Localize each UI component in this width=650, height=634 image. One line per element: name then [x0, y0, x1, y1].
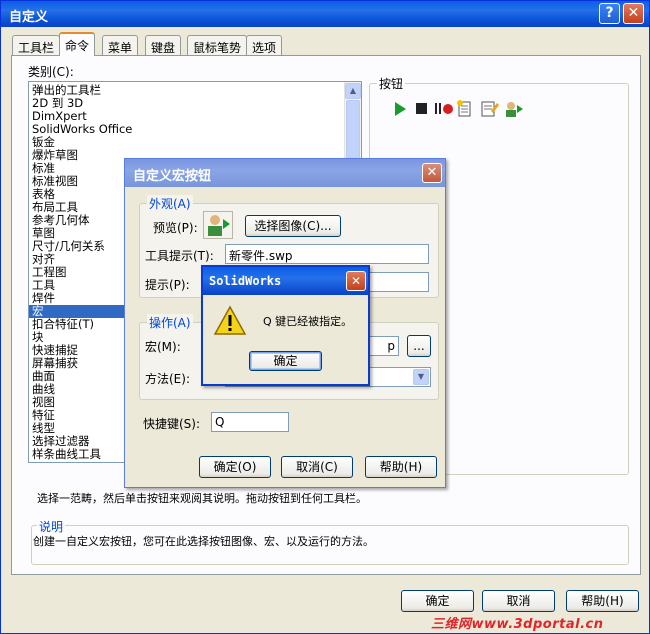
run-macro-icon[interactable]: [395, 102, 406, 116]
macro-cancel-button[interactable]: 取消(C): [281, 456, 353, 478]
shortcut-input[interactable]: Q: [211, 412, 289, 432]
tab-menus[interactable]: 菜单: [102, 35, 139, 55]
preview-label: 预览(P):: [153, 221, 198, 235]
browse-button[interactable]: ...: [407, 335, 431, 357]
cancel-button[interactable]: 取消: [482, 590, 555, 612]
macro-person-icon: [208, 215, 230, 236]
custom-macro-icon[interactable]: [506, 102, 523, 117]
solidworks-message-box: SolidWorks ✕ Q 键已经被指定。 确定: [201, 265, 370, 386]
appearance-label: 外观(A): [147, 195, 193, 212]
message-box-titlebar[interactable]: SolidWorks ✕: [203, 267, 368, 295]
list-item[interactable]: 样条曲线工具: [32, 448, 101, 461]
choose-image-button[interactable]: 选择图像(C)...: [245, 215, 341, 237]
watermark: 三维网www.3dportal.cn: [431, 617, 604, 632]
tooltip-input[interactable]: 新零件.swp: [225, 244, 429, 264]
tooltip-label: 工具提示(T):: [145, 249, 214, 263]
help-icon[interactable]: ?: [599, 3, 620, 24]
tab-toolbars[interactable]: 工具栏: [12, 35, 61, 55]
close-icon[interactable]: ✕: [422, 163, 442, 183]
macro-help-button[interactable]: 帮助(H): [365, 456, 437, 478]
tab-commands[interactable]: 命令: [59, 32, 96, 56]
macro-dialog-titlebar[interactable]: 自定义宏按钮 ✕: [125, 159, 445, 187]
macro-label: 宏(M):: [145, 340, 181, 354]
help-button[interactable]: 帮助(H): [566, 590, 639, 612]
action-label: 操作(A): [147, 314, 193, 331]
edit-macro-icon[interactable]: [481, 101, 499, 117]
category-label: 类别(C):: [28, 65, 74, 79]
buttons-group-label: 按钮: [377, 75, 406, 92]
scroll-up-icon[interactable]: ▲: [345, 83, 361, 99]
method-label: 方法(E):: [145, 372, 190, 386]
tab-keyboard[interactable]: 键盘: [145, 35, 182, 55]
message-ok-button[interactable]: 确定: [249, 351, 322, 371]
close-icon[interactable]: ✕: [346, 271, 366, 291]
chevron-down-icon[interactable]: ▼: [413, 369, 429, 385]
ok-button[interactable]: 确定: [401, 590, 474, 612]
macro-toolbar-buttons: [391, 99, 527, 119]
tab-mouse-gestures[interactable]: 鼠标笔势: [187, 35, 248, 55]
new-macro-icon[interactable]: [457, 100, 471, 117]
hint-text: 选择一范畴，然后单击按钮来观阅其说明。拖动按钮到任何工具栏。: [37, 492, 367, 505]
window-titlebar[interactable]: 自定义 ? ✕: [1, 1, 649, 27]
stop-macro-icon[interactable]: [416, 103, 427, 114]
prompt-label: 提示(P):: [145, 278, 190, 292]
warning-icon: [213, 305, 247, 337]
macro-ok-button[interactable]: 确定(O): [199, 456, 271, 478]
description-text: 创建一自定义宏按钮，您可在此选择按钮图像、宏、以及运行的方法。: [33, 535, 374, 548]
close-icon[interactable]: ✕: [623, 3, 644, 24]
message-text: Q 键已经被指定。: [263, 315, 353, 328]
shortcut-label: 快捷键(S):: [143, 417, 201, 431]
record-macro-icon[interactable]: [435, 103, 453, 114]
message-box-title: SolidWorks: [209, 274, 282, 288]
window-title: 自定义: [9, 10, 49, 25]
preview-image: [203, 211, 233, 239]
macro-dialog-title: 自定义宏按钮: [133, 169, 212, 184]
tab-options[interactable]: 选项: [246, 35, 283, 55]
